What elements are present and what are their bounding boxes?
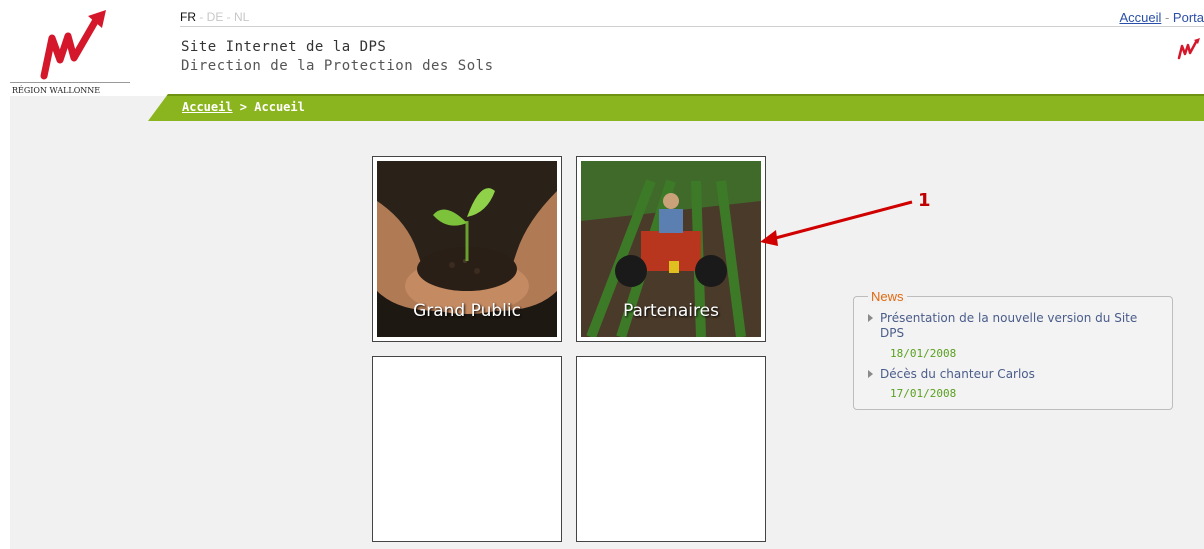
- hands-soil-seedling-image: Grand Public: [377, 161, 557, 337]
- tile-label: Partenaires: [623, 301, 719, 321]
- site-header: RÉGION WALLONNE FR - DE - NL Site Intern…: [10, 10, 1204, 96]
- site-subtitle: Direction de la Protection des Sols: [181, 58, 494, 74]
- annotation-number: 1: [918, 190, 931, 211]
- lang-separator: -: [223, 10, 235, 24]
- site-title: Site Internet de la DPS: [181, 39, 387, 55]
- bullet-arrow-icon: [868, 314, 873, 322]
- lang-separator: -: [196, 10, 207, 24]
- page-frame: RÉGION WALLONNE FR - DE - NL Site Intern…: [10, 10, 1204, 549]
- bullet-arrow-icon: [868, 370, 873, 378]
- top-links: Accueil - Porta: [1119, 10, 1204, 25]
- breadcrumb-current: Accueil: [254, 100, 305, 114]
- lang-nl[interactable]: NL: [234, 10, 249, 24]
- tile-grand-public[interactable]: Grand Public: [372, 156, 562, 342]
- news-box: News Présentation de la nouvelle version…: [853, 289, 1173, 410]
- breadcrumb-separator: >: [232, 100, 255, 114]
- tile-empty-2: [576, 356, 766, 542]
- breadcrumb-bar: [148, 94, 1204, 121]
- tile-label: Grand Public: [413, 301, 521, 321]
- lang-de[interactable]: DE: [207, 10, 224, 24]
- breadcrumb-home-link[interactable]: Accueil: [182, 100, 233, 114]
- news-title: News: [868, 289, 907, 304]
- tractor-field-image: Partenaires: [581, 161, 761, 337]
- w-logo-icon: [40, 10, 106, 80]
- logo-text: RÉGION WALLONNE: [12, 86, 101, 95]
- tile-empty-1: [372, 356, 562, 542]
- news-item-1[interactable]: Présentation de la nouvelle version du S…: [868, 311, 1160, 341]
- home-link[interactable]: Accueil: [1119, 10, 1161, 25]
- tile-partenaires[interactable]: Partenaires: [576, 156, 766, 342]
- news-date-1: 18/01/2008: [890, 347, 957, 360]
- link-separator: -: [1161, 10, 1173, 25]
- breadcrumb: Accueil > Accueil: [182, 100, 305, 114]
- lang-fr[interactable]: FR: [180, 10, 196, 24]
- language-switcher: FR - DE - NL: [180, 10, 249, 24]
- portal-link[interactable]: Porta: [1173, 10, 1204, 25]
- region-wallonne-logo[interactable]: RÉGION WALLONNE: [10, 10, 130, 100]
- news-item-text[interactable]: Présentation de la nouvelle version du S…: [880, 311, 1137, 340]
- logo-divider: [10, 82, 130, 83]
- news-item-text[interactable]: Décès du chanteur Carlos: [880, 367, 1035, 381]
- mini-w-logo-icon: [1176, 38, 1202, 62]
- header-rule: [180, 26, 1204, 27]
- news-item-2[interactable]: Décès du chanteur Carlos: [868, 367, 1160, 382]
- news-date-2: 17/01/2008: [890, 387, 957, 400]
- annotation-arrow-icon: [760, 200, 913, 246]
